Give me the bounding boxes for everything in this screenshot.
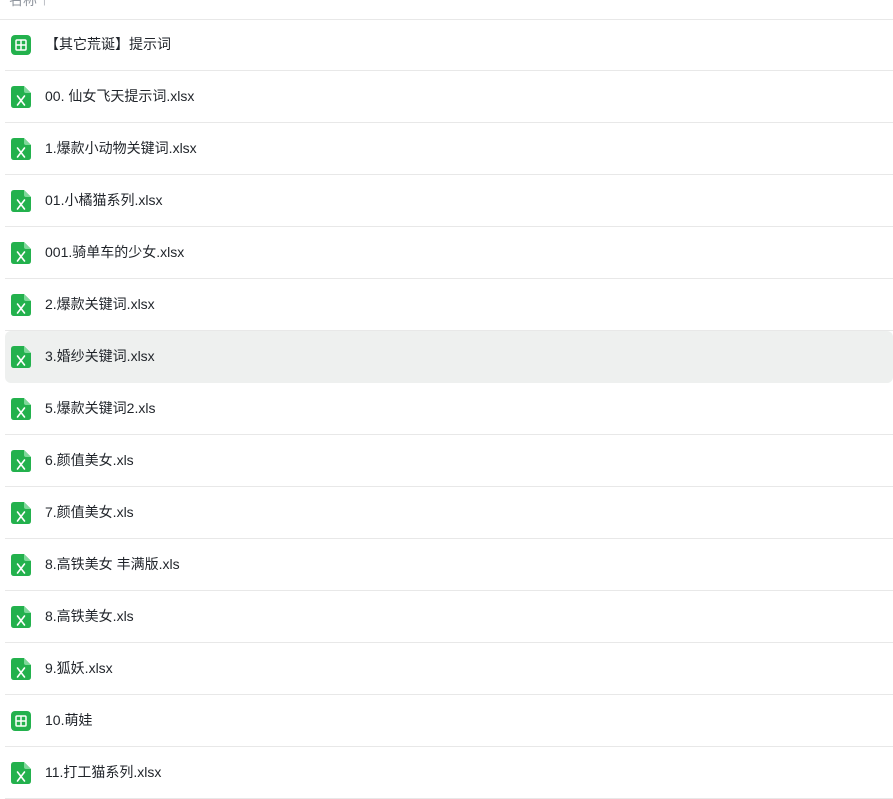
excel-icon xyxy=(11,606,31,628)
excel-icon xyxy=(11,658,31,680)
file-name[interactable]: 10.萌娃 xyxy=(45,695,92,746)
sheet-icon xyxy=(11,710,31,732)
excel-icon xyxy=(11,346,31,368)
file-list: 【其它荒诞】提示词 00. 仙女飞天提示词.xlsx 1.爆款小动物关键词.xl… xyxy=(5,19,893,799)
sheet-icon xyxy=(11,34,31,56)
file-name[interactable]: 8.高铁美女.xls xyxy=(45,591,134,642)
excel-icon xyxy=(11,138,31,160)
list-header: 名称 ↑ xyxy=(0,0,893,20)
file-name[interactable]: 5.爆款关键词2.xls xyxy=(45,383,155,434)
file-row[interactable]: 10.萌娃 xyxy=(5,695,893,747)
file-name[interactable]: 6.颜值美女.xls xyxy=(45,435,134,486)
file-name[interactable]: 【其它荒诞】提示词 xyxy=(45,19,171,70)
excel-icon xyxy=(11,762,31,784)
excel-icon xyxy=(11,294,31,316)
excel-icon xyxy=(11,190,31,212)
file-name[interactable]: 8.高铁美女 丰满版.xls xyxy=(45,539,180,590)
file-name[interactable]: 01.小橘猫系列.xlsx xyxy=(45,175,162,226)
excel-icon xyxy=(11,554,31,576)
file-name[interactable]: 3.婚纱关键词.xlsx xyxy=(45,331,155,382)
file-row[interactable]: 1.爆款小动物关键词.xlsx xyxy=(5,123,893,175)
file-row[interactable]: 8.高铁美女.xls xyxy=(5,591,893,643)
file-name[interactable]: 00. 仙女飞天提示词.xlsx xyxy=(45,71,194,122)
excel-icon xyxy=(11,502,31,524)
file-row[interactable]: 00. 仙女飞天提示词.xlsx xyxy=(5,71,893,123)
file-row[interactable]: 7.颜值美女.xls xyxy=(5,487,893,539)
file-row[interactable]: 001.骑单车的少女.xlsx xyxy=(5,227,893,279)
excel-icon xyxy=(11,86,31,108)
excel-icon xyxy=(11,450,31,472)
file-name[interactable]: 1.爆款小动物关键词.xlsx xyxy=(45,123,197,174)
file-name[interactable]: 7.颜值美女.xls xyxy=(45,487,134,538)
column-header-name[interactable]: 名称 ↑ xyxy=(9,0,48,8)
file-row[interactable]: 【其它荒诞】提示词 xyxy=(5,19,893,71)
excel-icon xyxy=(11,242,31,264)
file-row[interactable]: 3.婚纱关键词.xlsx xyxy=(5,331,893,383)
file-row[interactable]: 6.颜值美女.xls xyxy=(5,435,893,487)
file-row[interactable]: 11.打工猫系列.xlsx xyxy=(5,747,893,799)
file-row[interactable]: 01.小橘猫系列.xlsx xyxy=(5,175,893,227)
file-name[interactable]: 2.爆款关键词.xlsx xyxy=(45,279,155,330)
file-name[interactable]: 11.打工猫系列.xlsx xyxy=(45,747,161,798)
file-row[interactable]: 8.高铁美女 丰满版.xls xyxy=(5,539,893,591)
file-name[interactable]: 001.骑单车的少女.xlsx xyxy=(45,227,184,278)
file-row[interactable]: 5.爆款关键词2.xls xyxy=(5,383,893,435)
file-name[interactable]: 9.狐妖.xlsx xyxy=(45,643,113,694)
file-row[interactable]: 2.爆款关键词.xlsx xyxy=(5,279,893,331)
excel-icon xyxy=(11,398,31,420)
file-row[interactable]: 9.狐妖.xlsx xyxy=(5,643,893,695)
